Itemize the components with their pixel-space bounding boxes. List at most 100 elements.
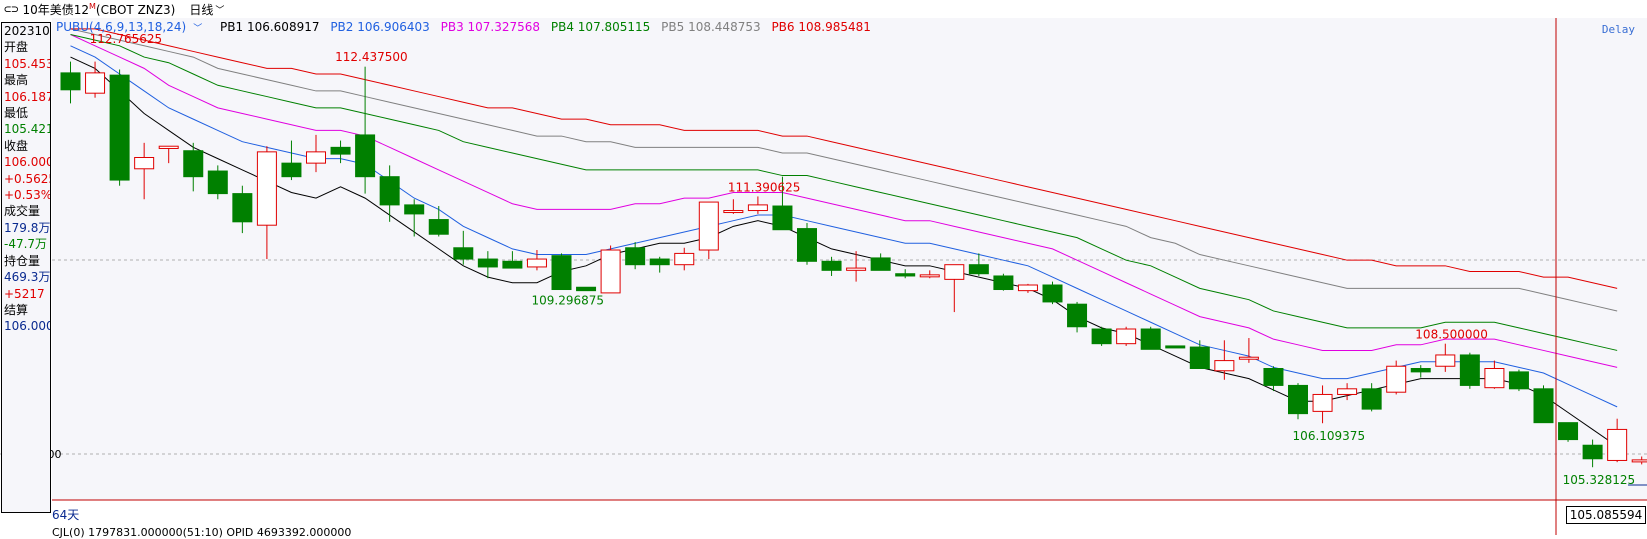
candle-body: [256, 151, 277, 226]
candle-body: [1607, 428, 1628, 461]
candle-body: [772, 205, 793, 231]
candle-body: [232, 193, 253, 223]
toolbar: ⊂⊃ 10年美债12M(CBOT ZNZ3) 日线 ﹀: [0, 0, 1647, 18]
info-volume-label: 成交量: [4, 204, 41, 219]
candle-body: [134, 157, 155, 170]
info-oi-change: +5217: [4, 286, 45, 301]
candle-body: [1410, 367, 1431, 373]
legend-pb1: PB1 106.608917: [220, 20, 320, 34]
candle-body: [944, 264, 965, 280]
info-volume: 179.8万: [4, 220, 51, 235]
candle-body: [1214, 360, 1235, 372]
candle-body: [306, 151, 326, 164]
extreme-annotation: 108.500000: [1415, 328, 1488, 342]
candle-body: [158, 145, 179, 149]
symbol-title: 10年美债12M(CBOT ZNZ3): [22, 1, 176, 17]
candle-body: [1386, 365, 1407, 393]
candle-body: [674, 252, 695, 266]
days-label: 64天: [52, 508, 80, 522]
candle-body: [1238, 356, 1259, 360]
link-chain-icon[interactable]: ⊂⊃: [4, 2, 18, 16]
info-date: 2023102: [4, 24, 50, 38]
candle-body: [625, 247, 646, 266]
candle-body: [797, 228, 817, 262]
delay-badge: Delay: [1601, 23, 1635, 36]
info-volume-change: -47.7万: [4, 237, 48, 252]
candle-body: [85, 72, 106, 94]
indicator-legend: PUBU(4,6,9,13,18,24) ﹀ PB1 106.608917 PB2…: [56, 20, 878, 34]
extreme-annotation: 112.437500: [335, 50, 408, 64]
candle-body: [60, 72, 81, 91]
chevron-down-icon: ﹀: [193, 24, 203, 34]
info-oi: 469.3万: [4, 270, 51, 285]
extreme-annotation: 106.109375: [1293, 429, 1366, 443]
info-settle-label: 结算: [4, 302, 29, 317]
candle-body: [1435, 354, 1456, 367]
info-high: 106.1875: [4, 89, 50, 104]
candle-body: [600, 249, 621, 294]
quote-info-panel: 2023102 开盘 105.453 最高 106.1875 最低 105.42…: [1, 22, 51, 513]
candle-body: [453, 247, 474, 260]
candle-body: [207, 170, 228, 195]
candle-body: [1312, 393, 1333, 412]
candle-body: [502, 260, 523, 269]
candlestick-chart[interactable]: 06.250000 112.765625 112.437500 109.296875…: [0, 18, 1647, 535]
candle-body: [109, 74, 130, 181]
candle-body: [1508, 371, 1529, 390]
info-high-label: 最高: [4, 73, 29, 88]
extreme-annotation: 111.390625: [728, 180, 801, 194]
candle-body: [1116, 328, 1137, 345]
extreme-annotation: 109.296875: [532, 293, 605, 307]
candle-body: [1288, 384, 1308, 415]
candle-body: [1337, 388, 1358, 395]
candle-body: [1067, 303, 1088, 328]
candle-body: [919, 274, 940, 278]
candle-body: [1263, 367, 1284, 386]
info-change: +0.5625: [4, 171, 51, 186]
candle-body: [1484, 367, 1505, 389]
candle-body: [404, 204, 425, 215]
candle-body: [1582, 444, 1603, 460]
legend-pb6: PB6 108.985481: [771, 20, 871, 34]
candle-body: [993, 275, 1014, 291]
candle-body: [1042, 284, 1063, 303]
candle-body: [723, 210, 744, 214]
info-change-pct: +0.53%: [4, 188, 51, 203]
chevron-down-icon: ﹀: [215, 5, 225, 16]
candle-body: [1361, 388, 1382, 410]
candle-body: [895, 273, 916, 277]
grid: 06.250000: [0, 18, 1647, 501]
extreme-annotation: 105.328125: [1563, 473, 1636, 487]
candle-body: [1017, 284, 1038, 292]
candle-body: [747, 204, 768, 212]
info-low-label: 最低: [4, 106, 29, 121]
candle-body: [821, 260, 842, 271]
candle-body: [1459, 354, 1480, 386]
candle-body: [379, 176, 400, 206]
period-selector[interactable]: 日线 ﹀: [189, 1, 224, 18]
candle-body: [698, 201, 719, 251]
info-close-label: 收盘: [4, 138, 29, 153]
legend-pb3: PB3 107.327568: [440, 20, 541, 34]
legend-pb2: PB2 106.906403: [330, 20, 430, 34]
candle-body: [183, 150, 204, 178]
candle-body: [649, 258, 670, 266]
candle-body: [281, 162, 302, 178]
candle-body: [355, 134, 376, 178]
info-open: 105.453: [4, 56, 51, 71]
candle-body: [1189, 346, 1210, 369]
info-settle: 106.0000: [4, 319, 50, 334]
candle-body: [846, 267, 867, 271]
candle-body: [526, 258, 547, 268]
candle-body: [1533, 388, 1554, 424]
plot-background: [52, 18, 1647, 500]
candle-body: [477, 258, 498, 268]
extreme-annotation: 112.765625: [90, 32, 163, 46]
legend-pb5: PB5 108.448753: [661, 20, 761, 34]
current-price-box: 105.085594: [1566, 506, 1646, 524]
indicator-name[interactable]: PUBU(4,6,9,13,18,24) ﹀: [56, 20, 209, 34]
candle-body: [870, 257, 891, 271]
volume-pane-header: CJL(0) 1797831.000000(51:10) OPID 469339…: [52, 526, 352, 539]
info-low: 105.4218: [4, 122, 50, 137]
candle-body: [330, 146, 351, 155]
